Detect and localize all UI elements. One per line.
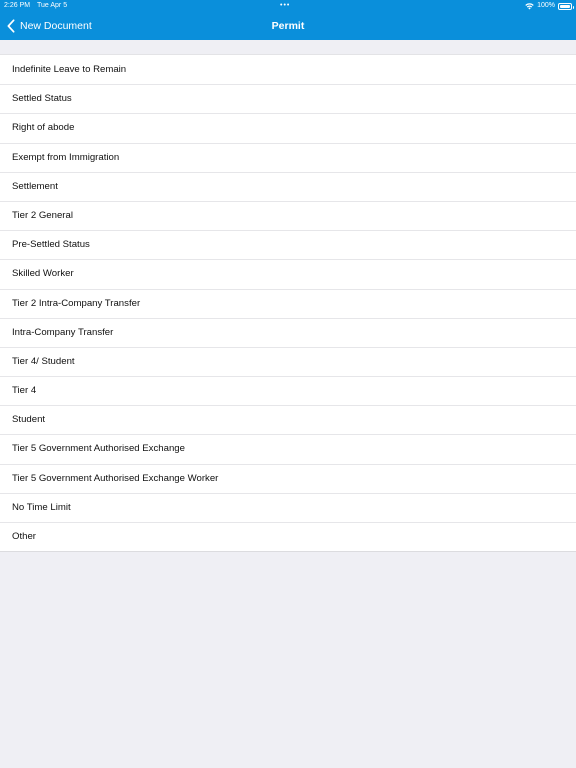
nav-bar: Permit New Document [0,12,576,40]
multitasking-dots[interactable]: ••• [280,0,290,12]
permit-option[interactable]: Other [0,522,576,551]
permit-option[interactable]: Pre-Settled Status [0,230,576,259]
back-button[interactable]: New Document [6,12,92,40]
permit-option[interactable]: Tier 5 Government Authorised Exchange Wo… [0,463,576,493]
status-time: 2:26 PM [4,2,31,9]
permit-option[interactable]: Skilled Worker [0,259,576,288]
battery-percentage: 100% [537,2,555,9]
permit-options-list: Indefinite Leave to Remain Settled Status… [0,54,576,553]
permit-option[interactable]: Tier 5 Government Authorised Exchange [0,434,576,463]
status-bar: 2:26 PM Tue Apr 5 ••• 100% [0,0,576,12]
chevron-left-icon [7,19,15,33]
wifi-icon [525,2,534,9]
permit-option[interactable]: Tier 2 General [0,200,576,230]
permit-option[interactable]: Student [0,405,576,434]
permit-option[interactable]: Tier 4 [0,376,576,405]
battery-icon [558,2,574,10]
permit-option[interactable]: Settlement [0,171,576,201]
permit-option[interactable]: Tier 2 Intra-Company Transfer [0,288,576,318]
permit-option[interactable]: Right of abode [0,113,576,142]
navigation-header: 2:26 PM Tue Apr 5 ••• 100% Permit New Do… [0,0,576,40]
permit-option[interactable]: Settled Status [0,84,576,113]
permit-option[interactable]: Tier 4/ Student [0,346,576,376]
status-date: Tue Apr 5 [37,2,68,9]
permit-option[interactable]: Exempt from Immigration [0,142,576,172]
permit-option[interactable]: No Time Limit [0,492,576,522]
back-button-label: New Document [20,20,92,32]
permit-option[interactable]: Indefinite Leave to Remain [0,55,576,84]
status-indicators: 100% [525,0,574,12]
permit-option[interactable]: Intra-Company Transfer [0,317,576,347]
